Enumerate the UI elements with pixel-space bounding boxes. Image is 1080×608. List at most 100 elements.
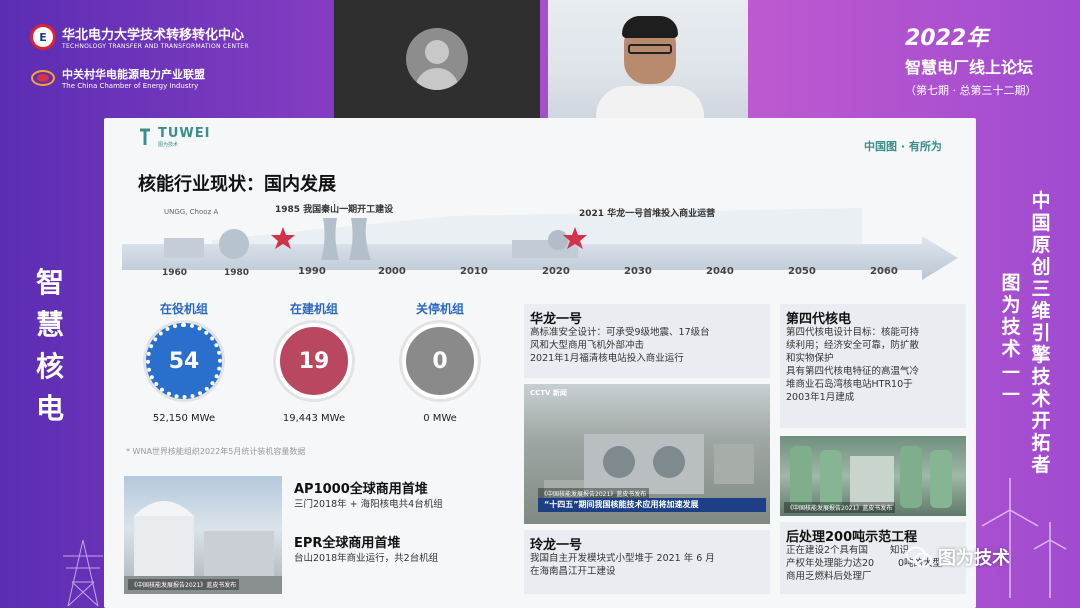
right-col1-char: — <box>1001 360 1021 382</box>
right-col2-char: 原 <box>1031 234 1051 256</box>
left-vertical-char: 慧 <box>35 308 64 341</box>
timeline-year: 1990 <box>298 266 326 277</box>
stat-count: 54 <box>168 348 200 374</box>
stat-in-operation: 在役机组 54 52,150 MWe <box>134 300 234 424</box>
cctv-logo: CCTV 新闻 <box>530 389 567 397</box>
reprocessing-text-line: 正在建设2个具有国 <box>786 545 869 556</box>
stat-count: 0 <box>432 348 448 374</box>
org2-name: 中关村华电能源电力产业联盟 <box>62 68 205 81</box>
photo-caption: 《中国核能发展报告2021》蓝皮书发布 <box>784 502 896 513</box>
right-col2-char: 擎 <box>1031 344 1051 366</box>
default-avatar-icon <box>406 28 468 90</box>
gen4-text-line: 第四代核电设计目标：核能可持 <box>786 327 920 338</box>
right-col2-char: 拓 <box>1031 432 1051 454</box>
early-reactor-icon <box>164 229 249 259</box>
epr-text: 台山2018年商业运行，共2台机组 <box>294 553 439 564</box>
gen4-text-line: 2003年1月建成 <box>786 392 855 403</box>
slide-title: 核能行业现状：国内发展 <box>138 174 336 195</box>
timeline: UNGG, Chooz A 1985 我国秦山一期开工建设 2021 华龙一号首… <box>122 200 962 280</box>
org2-logo-block: 中关村华电能源电力产业联盟 The China Chamber of Energ… <box>30 66 205 90</box>
left-vertical-char: 核 <box>35 350 64 383</box>
reactor-label: UNGG, Chooz A <box>164 208 219 216</box>
hualong-text-line: 2021年1月福清核电站投入商业运行 <box>530 353 684 364</box>
reprocessing-equipment-photo: 《中国核能发展报告2021》蓝皮书发布 <box>780 436 966 516</box>
tuwei-brand-sub: 图为技术 <box>158 142 179 148</box>
slide-slogan: 中国图 · 有所为 <box>864 140 942 153</box>
cooling-tower-icon <box>321 218 371 260</box>
participant-tile-camera[interactable] <box>548 0 748 118</box>
presenter-hair <box>622 16 678 38</box>
hualong-text-line: 风和大型商用飞机外部冲击 <box>530 340 645 351</box>
right-col2-char: 创 <box>1031 256 1051 278</box>
stat-capacity: 0 MWe <box>423 413 457 424</box>
watermark-text: 图为技术 <box>938 548 1010 569</box>
gen4-text-line: 和实物保护 <box>786 353 834 364</box>
timeline-year: 2030 <box>624 266 652 277</box>
stat-label: 在建机组 <box>289 302 338 316</box>
power-pylon-icon <box>63 539 103 607</box>
timeline-year: 1980 <box>224 268 250 278</box>
org1-logo-block: E 华北电力大学技术转移转化中心 TECHNOLOGY TRANSFER AND… <box>30 24 249 50</box>
gen4-text-line: 具有第四代核电特征的高温气冷 <box>786 366 920 377</box>
timeline-year: 2060 <box>870 266 898 277</box>
hualong-text-line: 高标准安全设计：可承受9级地震、17级台 <box>530 327 710 338</box>
wechat-watermark: 图为技术 <box>906 544 1010 570</box>
right-vertical-col1: 图 为 技 术 — — <box>1000 272 1022 404</box>
star-1985-icon <box>271 227 295 249</box>
news-banner: “十四五”期间我国核能技术应用将加速发展 <box>538 498 766 512</box>
tuwei-brand: TUWEI <box>158 126 211 141</box>
left-vertical-char: 智 <box>35 266 64 299</box>
tuwei-logo: TUWEI 图为技术 <box>138 126 210 148</box>
linglong-text-line: 我国自主开发模块式小型堆于 2021 年 6 月 <box>530 553 715 564</box>
reprocessing-text-line: 商用乏燃料后处理厂 <box>786 571 872 582</box>
tuwei-logo-icon <box>140 128 150 145</box>
right-col2-char: 中 <box>1031 190 1051 212</box>
right-vertical-col2: 中 国 原 创 三 维 引 擎 技 术 开 拓 者 <box>1030 190 1052 476</box>
org2-english-name: The China Chamber of Energy Industry <box>62 82 199 90</box>
linglong-card: 玲龙一号 我国自主开发模块式小型堆于 2021 年 6 月 在海南昌江开工建设 <box>524 530 770 594</box>
right-col1-char: 术 <box>1001 338 1021 360</box>
right-col2-char: 引 <box>1031 322 1051 344</box>
wind-turbine-icon <box>981 478 1067 598</box>
stat-shutdown: 关停机组 0 0 MWe <box>390 300 490 424</box>
right-col1-char: 技 <box>1001 316 1021 338</box>
stat-count: 19 <box>298 348 330 374</box>
gen4-card: 第四代核电 第四代核电设计目标：核能可持 续利用；经济安全可靠，防扩散 和实物保… <box>780 304 966 428</box>
right-col2-char: 开 <box>1031 410 1051 432</box>
gen4-text-line: 堆商业石岛湾核电站HTR10于 <box>786 379 913 390</box>
aerial-construction-photo: CCTV 新闻 《中国核能发展报告2021》蓝皮书发布 “十四五”期间我国核能技… <box>524 384 770 524</box>
forum-edition: （第七期 · 总第三十二期） <box>905 84 1037 97</box>
timeline-year: 2040 <box>706 266 734 277</box>
star-2021-icon <box>563 227 587 249</box>
org1-english-name: TECHNOLOGY TRANSFER AND TRANSFORMATION C… <box>62 43 249 50</box>
gen4-text-line: 续利用；经济安全可靠，防扩散 <box>786 340 920 351</box>
forum-year: 2022年 <box>905 26 989 51</box>
gen4-title: 第四代核电 <box>786 312 852 327</box>
stat-count-circle: 0 <box>402 323 478 399</box>
linglong-title: 玲龙一号 <box>530 538 583 553</box>
stat-capacity: 52,150 MWe <box>152 413 216 424</box>
stat-under-construction: 在建机组 19 19,443 MWe <box>264 300 364 424</box>
right-col2-char: 术 <box>1031 388 1051 410</box>
hualong-title: 华龙一号 <box>530 312 583 327</box>
timeline-event-1985: 1985 我国秦山一期开工建设 <box>275 205 394 215</box>
stat-label: 关停机组 <box>415 302 464 316</box>
right-col2-char: 维 <box>1031 300 1051 322</box>
wechat-icon <box>906 546 932 568</box>
timeline-year: 2000 <box>378 266 406 277</box>
reprocessing-text-line: 产权年处理能力达20 <box>786 558 875 569</box>
forum-title-block: 2022年 智慧电厂线上论坛 （第七期 · 总第三十二期） <box>905 20 1065 98</box>
right-col1-char: 为 <box>1001 294 1021 316</box>
photo-caption: 《中国核能发展报告2021》蓝皮书发布 <box>128 579 240 590</box>
left-vertical-title: 智 慧 核 电 <box>30 262 70 430</box>
timeline-year: 2020 <box>542 266 570 277</box>
stat-label: 在役机组 <box>159 302 208 316</box>
right-col2-char: 技 <box>1031 366 1051 388</box>
right-col1-char: 图 <box>1001 272 1021 294</box>
participant-tile-no-video[interactable] <box>334 0 540 118</box>
shared-slide: TUWEI 图为技术 中国图 · 有所为 核能行业现状：国内发展 UNGG, C… <box>104 118 976 608</box>
right-col2-char: 三 <box>1031 278 1051 300</box>
ncepu-logo-icon: E <box>30 24 56 50</box>
alliance-logo-icon <box>30 68 56 88</box>
reprocessing-title: 后处理200吨示范工程 <box>786 530 918 545</box>
